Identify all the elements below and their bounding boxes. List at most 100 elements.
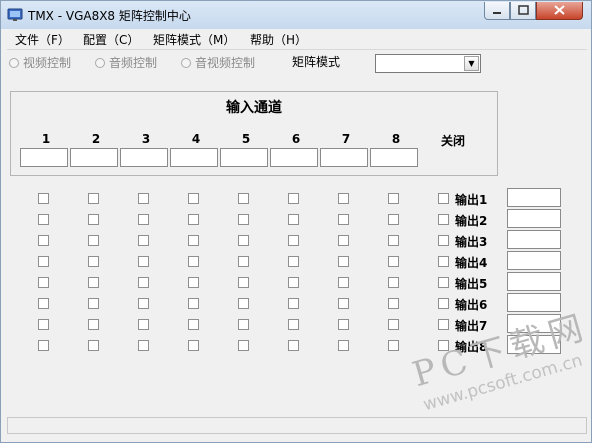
route-checkbox[interactable] [188, 319, 199, 330]
channel-input-field[interactable] [320, 148, 368, 167]
route-checkbox[interactable] [388, 298, 399, 309]
route-checkbox[interactable] [138, 214, 149, 225]
route-checkbox[interactable] [338, 298, 349, 309]
output-field[interactable] [507, 209, 561, 228]
route-checkbox[interactable] [138, 277, 149, 288]
route-checkbox[interactable] [188, 340, 199, 351]
route-checkbox[interactable] [138, 256, 149, 267]
route-checkbox[interactable] [338, 340, 349, 351]
route-checkbox[interactable] [138, 319, 149, 330]
channel-input-field[interactable] [70, 148, 118, 167]
route-checkbox[interactable] [188, 298, 199, 309]
route-checkbox[interactable] [288, 214, 299, 225]
route-checkbox[interactable] [188, 235, 199, 246]
route-checkbox[interactable] [88, 340, 99, 351]
dropdown-arrow-icon[interactable]: ▼ [464, 56, 479, 71]
title-bar[interactable]: TMX - VGA8X8 矩阵控制中心 [1, 1, 591, 29]
radio-circle [95, 57, 105, 68]
close-output-checkbox[interactable] [438, 298, 449, 309]
output-field[interactable] [507, 251, 561, 270]
radio-audio-control[interactable]: 音频控制 [95, 54, 157, 71]
route-checkbox[interactable] [338, 256, 349, 267]
route-checkbox[interactable] [288, 193, 299, 204]
close-output-checkbox[interactable] [438, 277, 449, 288]
route-checkbox[interactable] [338, 235, 349, 246]
menu-matrix-mode[interactable]: 矩阵模式（M） [153, 31, 235, 48]
menu-file[interactable]: 文件（F） [15, 31, 70, 48]
close-output-checkbox[interactable] [438, 235, 449, 246]
route-checkbox[interactable] [288, 256, 299, 267]
route-checkbox[interactable] [138, 340, 149, 351]
route-checkbox[interactable] [288, 319, 299, 330]
route-checkbox[interactable] [238, 256, 249, 267]
route-checkbox[interactable] [88, 214, 99, 225]
route-checkbox[interactable] [38, 193, 49, 204]
route-checkbox[interactable] [288, 298, 299, 309]
close-output-checkbox[interactable] [438, 214, 449, 225]
route-checkbox[interactable] [188, 256, 199, 267]
channel-input-field[interactable] [220, 148, 268, 167]
channel-input-field[interactable] [270, 148, 318, 167]
menu-help[interactable]: 帮助（H） [250, 31, 307, 48]
output-field[interactable] [507, 230, 561, 249]
channel-input-field[interactable] [20, 148, 68, 167]
maximize-button[interactable] [510, 2, 536, 20]
close-button[interactable] [536, 2, 583, 20]
route-checkbox[interactable] [238, 193, 249, 204]
route-checkbox[interactable] [238, 340, 249, 351]
route-checkbox[interactable] [338, 319, 349, 330]
route-checkbox[interactable] [88, 319, 99, 330]
route-checkbox[interactable] [88, 298, 99, 309]
route-checkbox[interactable] [188, 193, 199, 204]
route-checkbox[interactable] [238, 235, 249, 246]
route-checkbox[interactable] [88, 193, 99, 204]
close-output-checkbox[interactable] [438, 256, 449, 267]
route-checkbox[interactable] [188, 214, 199, 225]
route-checkbox[interactable] [88, 277, 99, 288]
route-checkbox[interactable] [288, 340, 299, 351]
route-checkbox[interactable] [388, 235, 399, 246]
route-checkbox[interactable] [38, 319, 49, 330]
route-checkbox[interactable] [138, 235, 149, 246]
route-checkbox[interactable] [338, 193, 349, 204]
route-checkbox[interactable] [388, 256, 399, 267]
route-checkbox[interactable] [238, 319, 249, 330]
radio-av-control[interactable]: 音视频控制 [181, 54, 255, 71]
radio-video-control[interactable]: 视频控制 [9, 54, 71, 71]
route-checkbox[interactable] [288, 235, 299, 246]
route-checkbox[interactable] [38, 298, 49, 309]
menu-config[interactable]: 配置（C） [83, 31, 139, 48]
window-title: TMX - VGA8X8 矩阵控制中心 [28, 9, 191, 23]
route-checkbox[interactable] [38, 235, 49, 246]
route-checkbox[interactable] [38, 340, 49, 351]
output-field[interactable] [507, 188, 561, 207]
close-output-checkbox[interactable] [438, 319, 449, 330]
close-output-checkbox[interactable] [438, 193, 449, 204]
route-checkbox[interactable] [88, 256, 99, 267]
route-checkbox[interactable] [188, 277, 199, 288]
route-checkbox[interactable] [338, 277, 349, 288]
route-checkbox[interactable] [38, 277, 49, 288]
minimize-button[interactable] [484, 2, 510, 20]
route-checkbox[interactable] [388, 193, 399, 204]
route-checkbox[interactable] [388, 277, 399, 288]
route-checkbox[interactable] [138, 298, 149, 309]
route-checkbox[interactable] [238, 277, 249, 288]
route-checkbox[interactable] [338, 214, 349, 225]
route-checkbox[interactable] [388, 340, 399, 351]
route-checkbox[interactable] [238, 298, 249, 309]
route-checkbox[interactable] [288, 277, 299, 288]
route-checkbox[interactable] [138, 193, 149, 204]
route-checkbox[interactable] [238, 214, 249, 225]
route-checkbox[interactable] [38, 214, 49, 225]
channel-input-field[interactable] [170, 148, 218, 167]
route-checkbox[interactable] [38, 256, 49, 267]
route-checkbox[interactable] [388, 319, 399, 330]
route-checkbox[interactable] [388, 214, 399, 225]
channel-input-field[interactable] [120, 148, 168, 167]
output-field[interactable] [507, 272, 561, 291]
channel-input-field[interactable] [370, 148, 418, 167]
matrix-mode-select[interactable]: ▼ [375, 54, 481, 73]
mode-radio-row: 视频控制 音频控制 音视频控制 矩阵模式 ▼ [7, 53, 587, 73]
route-checkbox[interactable] [88, 235, 99, 246]
